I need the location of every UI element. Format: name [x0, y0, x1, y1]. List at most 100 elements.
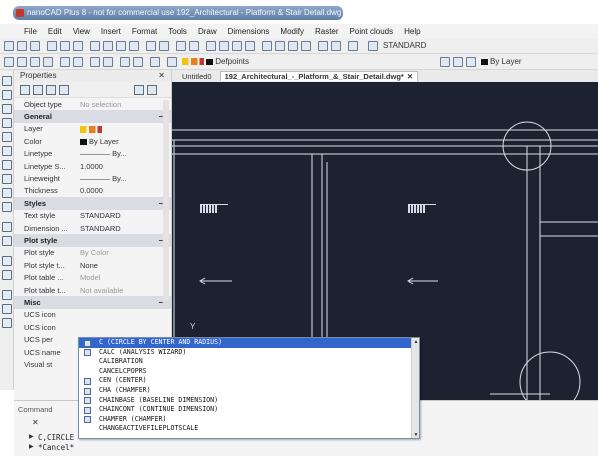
design-center-icon[interactable] [301, 41, 311, 51]
section-plot-style[interactable]: Plot style − [14, 234, 171, 247]
section-general[interactable]: General − [14, 110, 171, 123]
prop-row-plot-table-type[interactable]: Plot table t... Not available [14, 284, 171, 296]
layer-state-icon[interactable] [133, 57, 143, 67]
properties-close-icon[interactable]: ✕ [158, 70, 165, 82]
3d-view-icon[interactable] [262, 41, 272, 51]
toggle-pickadd-icon[interactable] [20, 85, 30, 95]
arc-icon[interactable] [30, 57, 40, 67]
print-icon[interactable] [47, 41, 57, 51]
help-icon[interactable] [348, 41, 358, 51]
zoom-extents-icon[interactable] [219, 41, 229, 51]
autocomplete-item[interactable]: CEN (CENTER) [79, 376, 413, 386]
autocomplete-item[interactable]: CHANGEACTIVEFILEPLOTSCALE [79, 424, 413, 434]
save-icon[interactable] [30, 41, 40, 51]
tool-palettes-icon[interactable] [318, 41, 328, 51]
prop-row-layer[interactable]: Layer [14, 123, 171, 135]
region-tool-icon[interactable] [2, 290, 12, 300]
section-misc[interactable]: Misc − [14, 296, 171, 309]
open-file-icon[interactable] [17, 41, 27, 51]
undo-icon[interactable] [146, 41, 156, 51]
arc-tool-icon[interactable] [2, 146, 12, 156]
menu-draw[interactable]: Draw [198, 27, 217, 36]
autocomplete-scrollbar[interactable]: ▲ ▼ [411, 338, 419, 438]
rectangle-icon[interactable] [60, 57, 70, 67]
prop-row-thickness[interactable]: Thickness 0.0000 [14, 185, 171, 197]
ellipse-tool-icon[interactable] [2, 202, 12, 212]
hatch-icon[interactable] [73, 57, 83, 67]
menu-edit[interactable]: Edit [48, 27, 62, 36]
prop-row-lineweight[interactable]: Lineweight ———— By... [14, 172, 171, 184]
menu-insert[interactable]: Insert [101, 27, 121, 36]
prop-row-plot-style-table[interactable]: Plot style t... None [14, 259, 171, 271]
autocomplete-item[interactable]: CALC (ANALYSIS WIZARD) [79, 348, 413, 358]
text-style-select[interactable]: STANDARD [383, 41, 426, 50]
print-preview-icon[interactable] [60, 41, 70, 51]
prop-row-plot-table-attached[interactable]: Plot table ... Model [14, 271, 171, 283]
named-views-icon[interactable] [275, 41, 285, 51]
filter-icon[interactable] [59, 85, 69, 95]
zoom-previous-icon[interactable] [232, 41, 242, 51]
circle-tool-icon[interactable] [2, 160, 12, 170]
prop-row-ucs-icon-on[interactable]: UCS icon [14, 309, 171, 321]
menu-tools[interactable]: Tools [168, 27, 187, 36]
color-control-icon[interactable] [440, 57, 450, 67]
paste-icon[interactable] [116, 41, 126, 51]
prop-row-color[interactable]: Color By Layer [14, 135, 171, 147]
line-icon[interactable] [4, 57, 14, 67]
properties-scrollbar[interactable] [163, 100, 169, 300]
revision-cloud-tool-icon[interactable] [2, 174, 12, 184]
prop-row-dimension-style[interactable]: Dimension ... STANDARD [14, 222, 171, 234]
command-close-icon[interactable]: ✕ [32, 419, 39, 427]
regen-icon[interactable] [245, 41, 255, 51]
scroll-up-icon[interactable]: ▲ [413, 339, 419, 345]
layer-manager-icon[interactable] [120, 57, 130, 67]
menu-raster[interactable]: Raster [315, 27, 339, 36]
alphabetic-view-icon[interactable] [147, 85, 157, 95]
rectangle-tool-icon[interactable] [2, 132, 12, 142]
point-tool-icon[interactable] [2, 256, 12, 266]
polyline-icon[interactable] [17, 57, 27, 67]
layer-select[interactable]: Defpoints [182, 57, 249, 66]
menu-help[interactable]: Help [404, 27, 420, 36]
autocomplete-item[interactable]: CHAMFER (CHAMFER) [79, 415, 413, 425]
menu-point-clouds[interactable]: Point clouds [350, 27, 394, 36]
scroll-down-icon[interactable]: ▼ [413, 432, 419, 438]
prop-row-linetype[interactable]: Linetype ———— By... [14, 148, 171, 160]
hatch-tool-icon[interactable] [2, 270, 12, 280]
prop-row-linetype-scale[interactable]: Linetype S... 1.0000 [14, 160, 171, 172]
linetype-control-icon[interactable] [453, 57, 463, 67]
spline-tool-icon[interactable] [2, 188, 12, 198]
dimension-icon[interactable] [90, 57, 100, 67]
text-icon[interactable] [103, 57, 113, 67]
make-block-tool-icon[interactable] [2, 236, 12, 246]
calculator-icon[interactable] [331, 41, 341, 51]
select-objects-icon[interactable] [33, 85, 43, 95]
section-styles[interactable]: Styles − [14, 197, 171, 210]
autocomplete-item-selected[interactable]: C (CIRCLE BY CENTER AND RADIUS) [79, 338, 413, 348]
quick-select-icon[interactable] [46, 85, 56, 95]
cut-icon[interactable] [90, 41, 100, 51]
autocomplete-item[interactable]: CHAINCONT (CONTINUE DIMENSION) [79, 405, 413, 415]
menu-modify[interactable]: Modify [280, 27, 304, 36]
properties-icon[interactable] [288, 41, 298, 51]
zoom-realtime-icon[interactable] [189, 41, 199, 51]
object-type-row[interactable]: Object type No selection [14, 98, 171, 110]
polyline-tool-icon[interactable] [2, 104, 12, 114]
prop-row-plot-style[interactable]: Plot style By Color [14, 247, 171, 259]
autocomplete-item[interactable]: CALIBRATION [79, 357, 413, 367]
publish-icon[interactable] [73, 41, 83, 51]
multiline-text-tool-icon[interactable] [2, 318, 12, 328]
prop-row-text-style[interactable]: Text style STANDARD [14, 210, 171, 222]
match-properties-icon[interactable] [129, 41, 139, 51]
tab-close-icon[interactable]: ✕ [407, 72, 413, 81]
prop-row-ucs-icon-origin[interactable]: UCS icon [14, 321, 171, 333]
new-file-icon[interactable] [4, 41, 14, 51]
tab-active-drawing[interactable]: 192_Architectural_-_Platform_&_Stair_Det… [219, 71, 419, 81]
autocomplete-item[interactable]: CANCELCPOPRS [79, 367, 413, 377]
linetype-select[interactable]: By Layer [481, 57, 522, 66]
ray-tool-icon[interactable] [2, 90, 12, 100]
menu-view[interactable]: View [73, 27, 90, 36]
table-tool-icon[interactable] [2, 304, 12, 314]
make-current-icon[interactable] [167, 57, 177, 67]
pan-icon[interactable] [176, 41, 186, 51]
